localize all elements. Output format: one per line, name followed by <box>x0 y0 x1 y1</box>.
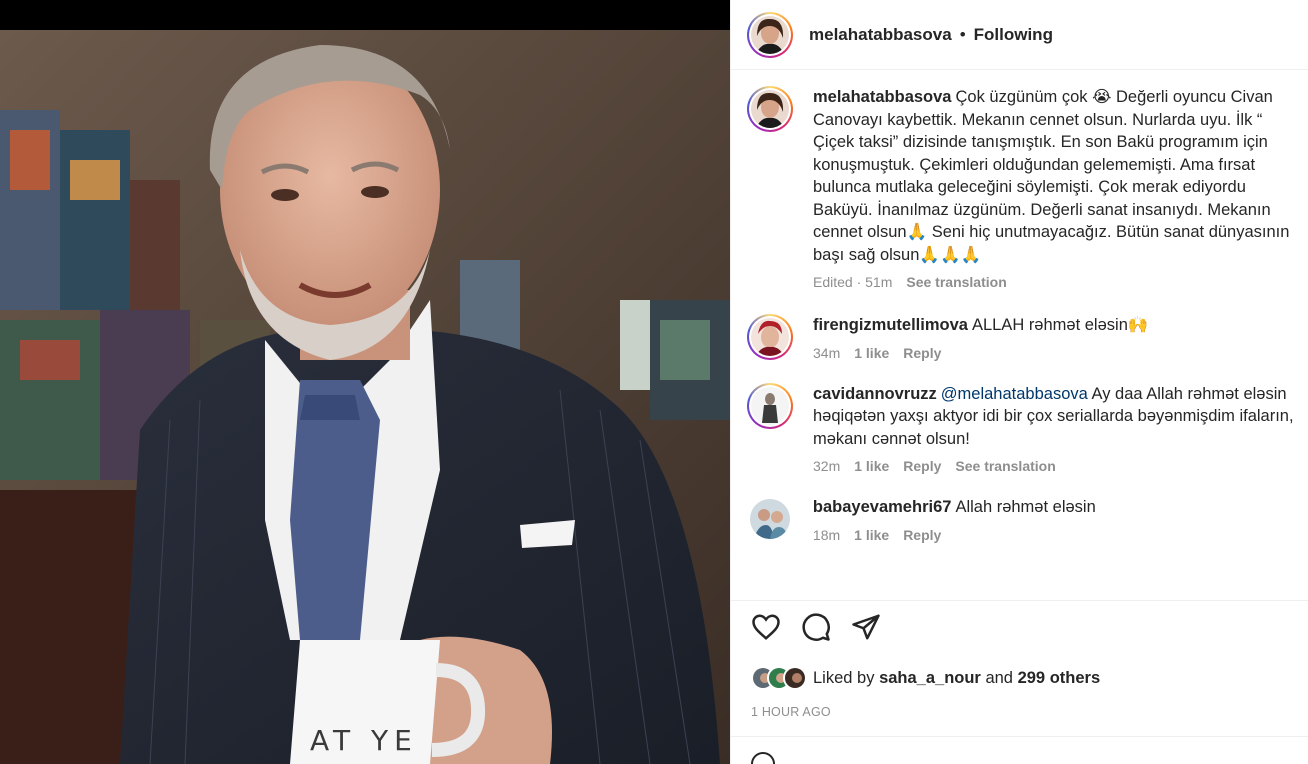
comment-like-count[interactable]: 1 like <box>854 345 889 361</box>
comment-age[interactable]: 18m <box>813 527 840 543</box>
caption-edited-time: Edited · 51m <box>813 274 893 290</box>
portrait-photo: AT YE <box>0 0 730 764</box>
likes-and: and <box>985 668 1013 687</box>
likes-others[interactable]: 299 others <box>1018 669 1101 688</box>
comment-reply-button[interactable]: Reply <box>903 345 941 361</box>
author-username[interactable]: melahatabbasova <box>809 25 952 45</box>
comment-mention[interactable]: @melahatabbasova <box>941 385 1088 403</box>
post-photo[interactable]: AT YE <box>0 0 730 764</box>
post-side-panel: melahatabbasova • Following melahatabbas… <box>730 0 1308 764</box>
likes-summary: Liked by saha_a_nour and 299 others <box>751 666 1100 690</box>
comment-reply-button[interactable]: Reply <box>903 458 941 474</box>
comment-see-translation[interactable]: See translation <box>955 458 1055 474</box>
comment-age[interactable]: 34m <box>813 345 840 361</box>
caption-text: melahatabbasova Çok üzgünüm çok 😭 Değerli… <box>813 86 1308 266</box>
caption-username[interactable]: melahatabbasova <box>813 88 951 106</box>
mug-logo: AT YE <box>310 724 418 757</box>
author-avatar[interactable] <box>747 11 793 58</box>
comment-username[interactable]: cavidannovruzz <box>813 385 937 403</box>
caption-meta: Edited · 51m See translation <box>813 274 1308 290</box>
caption-see-translation[interactable]: See translation <box>906 274 1006 290</box>
comment-item: cavidannovruzz @melahatabbasova Ay daa Al… <box>747 382 1308 474</box>
comment-age[interactable]: 32m <box>813 458 840 474</box>
likes-user[interactable]: saha_a_nour <box>879 669 981 688</box>
comment-like-count[interactable]: 1 like <box>854 527 889 543</box>
share-icon[interactable] <box>851 612 881 642</box>
commenter-avatar[interactable] <box>747 314 793 360</box>
comment-reply-button[interactable]: Reply <box>903 527 941 543</box>
post-header: melahatabbasova • Following <box>731 0 1308 70</box>
commenter-avatar[interactable] <box>747 382 793 429</box>
comment-text: ALLAH rəhmət eləsin🙌 <box>971 316 1149 334</box>
separator-dot: • <box>959 24 966 44</box>
likes-prefix: Liked by <box>813 668 875 687</box>
actions-divider <box>731 600 1308 601</box>
comment-item: babayevamehri67 Allah rəhmət eləsin 18m 1… <box>747 496 1308 543</box>
comment-icon[interactable] <box>801 612 831 642</box>
comment-item: firengizmutellimova ALLAH rəhmət eləsin🙌 … <box>747 314 1308 361</box>
comment-username[interactable]: firengizmutellimova <box>813 316 968 334</box>
comment-text: Allah rəhmət eləsin <box>955 498 1096 516</box>
liker-avatar <box>783 666 807 690</box>
comment-list[interactable]: melahatabbasova Çok üzgünüm çok 😭 Değerli… <box>731 70 1308 600</box>
post-timestamp[interactable]: 1 HOUR AGO <box>751 705 831 719</box>
commenter-avatar[interactable] <box>747 496 793 542</box>
heart-icon[interactable] <box>751 612 781 642</box>
bottom-divider <box>731 736 1308 737</box>
post-actions <box>751 612 881 642</box>
comment-username[interactable]: babayevamehri67 <box>813 498 952 516</box>
caption-avatar[interactable] <box>747 86 793 132</box>
comment-like-count[interactable]: 1 like <box>854 458 889 474</box>
emoji-icon[interactable] <box>751 752 775 764</box>
following-button[interactable]: Following <box>974 25 1053 45</box>
caption-entry: melahatabbasova Çok üzgünüm çok 😭 Değerli… <box>747 86 1308 290</box>
caption-body: Çok üzgünüm çok 😭 Değerli oyuncu Civan C… <box>813 88 1290 264</box>
liker-avatars <box>751 666 807 690</box>
